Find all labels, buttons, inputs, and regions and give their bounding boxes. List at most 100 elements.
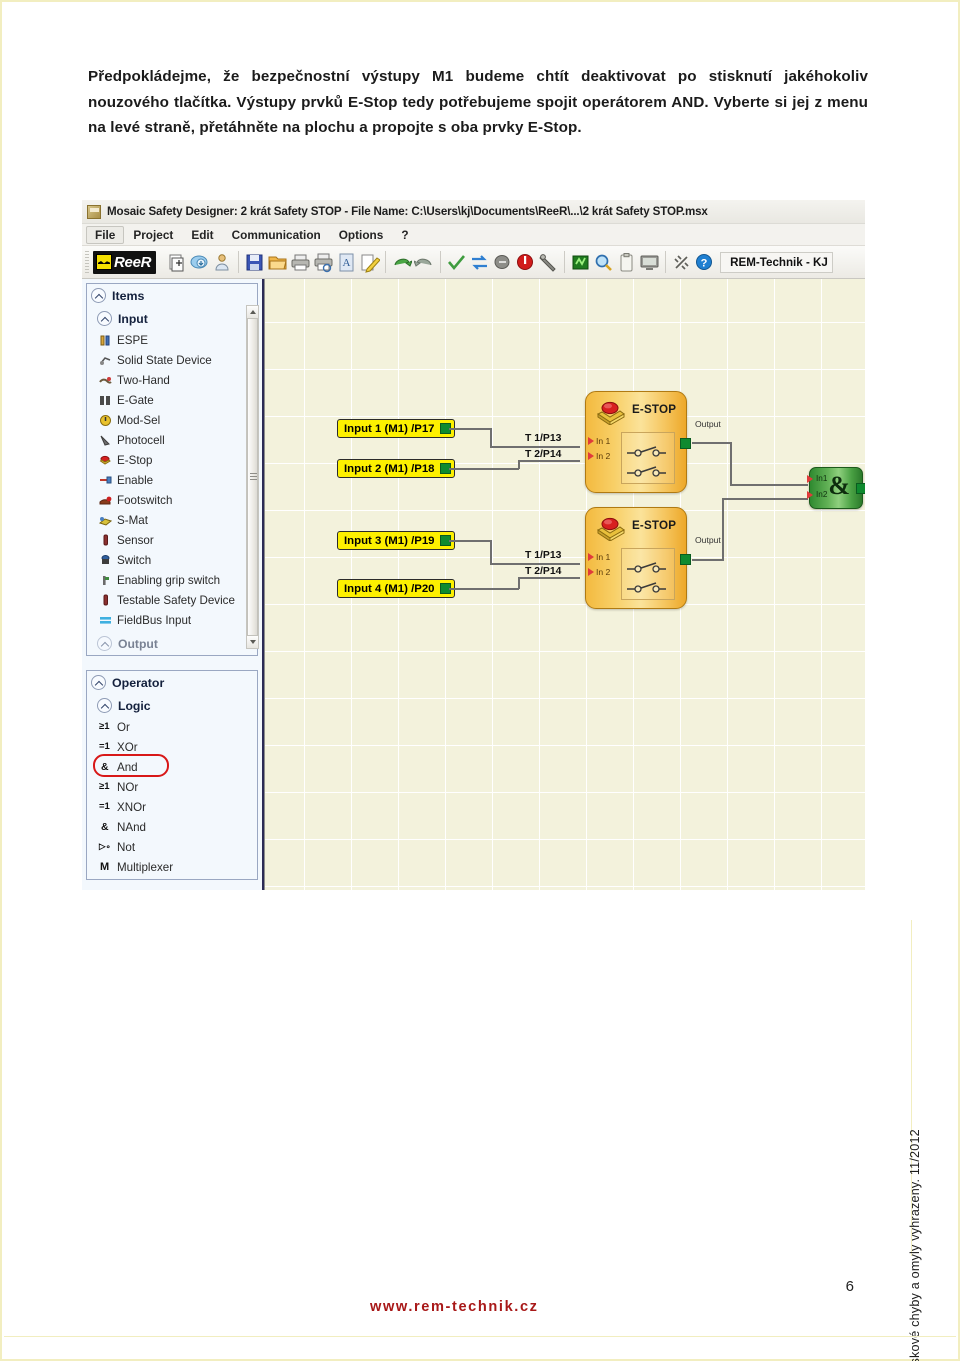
tools-icon[interactable] (538, 252, 559, 273)
sidebar-item-testable-safety-device[interactable]: Testable Safety Device (87, 590, 257, 610)
sidebar-item-multiplexer[interactable]: M Multiplexer (87, 857, 257, 877)
and-gate-block[interactable]: In1 In2 & (807, 467, 865, 509)
chevron-up-icon[interactable] (91, 288, 106, 303)
new-document-icon[interactable] (166, 252, 187, 273)
print-preview-icon[interactable] (313, 252, 334, 273)
items-header[interactable]: Items (87, 284, 257, 307)
menu-item-edit[interactable]: Edit (182, 226, 222, 244)
sidebar-item-espe[interactable]: ESPE (87, 330, 257, 350)
sidebar-item-footswitch[interactable]: Footswitch (87, 490, 257, 510)
help-icon[interactable]: ? (694, 252, 715, 273)
wire-in1-h2 (490, 446, 580, 448)
input-tag-4[interactable]: Input 4 (M1) /P20 (337, 579, 455, 598)
display-icon[interactable] (639, 252, 660, 273)
wire-estop1-to-and (730, 484, 808, 486)
sidebar-item-switch[interactable]: Switch (87, 550, 257, 570)
sidebar-item-xor[interactable]: =1 XOr (87, 737, 257, 757)
emergency-stop-button-icon (596, 516, 626, 542)
sidebar-item-fieldbus-input[interactable]: FieldBus Input (87, 610, 257, 630)
open-folder-icon[interactable] (267, 252, 288, 273)
logic-header[interactable]: Logic (87, 694, 257, 717)
sidebar-item-e-stop[interactable]: E-Stop (87, 450, 257, 470)
menu-item-file[interactable]: File (86, 225, 125, 244)
output-header[interactable]: Output (87, 632, 257, 655)
estop-in2-port[interactable]: In 2 (588, 451, 610, 461)
input-tag-3[interactable]: Input 3 (M1) /P19 (337, 531, 455, 550)
sidebar-item-mod-sel[interactable]: Mod-Sel (87, 410, 257, 430)
sidebar-item-sensor[interactable]: Sensor (87, 530, 257, 550)
monitor-run-icon[interactable] (570, 252, 591, 273)
print-icon[interactable] (290, 252, 311, 273)
cloud-download-icon[interactable] (189, 252, 210, 273)
scrollbar-thumb[interactable] (247, 318, 258, 636)
scroll-down-arrow-icon[interactable] (247, 636, 258, 648)
sidebar-item-photocell[interactable]: Photocell (87, 430, 257, 450)
input-tag-2[interactable]: Input 2 (M1) /P18 (337, 459, 455, 478)
input-tag-1[interactable]: Input 1 (M1) /P17 (337, 419, 455, 438)
save-icon[interactable] (244, 252, 265, 273)
items-scrollbar[interactable] (246, 305, 259, 649)
stop-icon[interactable] (515, 252, 536, 273)
current-user-box[interactable]: REM-Technik - KJ (720, 251, 833, 273)
sidebar-item-two-hand[interactable]: Two-Hand (87, 370, 257, 390)
chevron-up-icon[interactable] (97, 636, 112, 651)
and-in2-port[interactable]: In2 (807, 490, 828, 499)
estop-in2-label: In 2 (596, 567, 611, 577)
sidebar-item-label: S-Mat (117, 513, 148, 527)
sidebar-item-not[interactable]: ▷∘ Not (87, 837, 257, 857)
sidebar-item-s-mat[interactable]: S-Mat (87, 510, 257, 530)
menu-item-project[interactable]: Project (124, 226, 182, 244)
compile-icon[interactable] (492, 252, 513, 273)
xor-symbol-icon: =1 (99, 740, 110, 752)
estop-in1-port[interactable]: In 1 (588, 436, 611, 446)
sidebar-item-nor[interactable]: ≥1 NOr (87, 777, 257, 797)
menu-item-help[interactable]: ? (392, 226, 417, 244)
sidebar-item-and[interactable]: & And (87, 754, 257, 777)
input-header[interactable]: Input (87, 307, 257, 330)
estop-in1-port[interactable]: In 1 (588, 552, 610, 562)
and-in1-port[interactable]: In1 (807, 474, 827, 483)
not-symbol-icon: ▷∘ (99, 840, 111, 851)
transfer-icon[interactable] (469, 252, 490, 273)
scroll-up-arrow-icon[interactable] (247, 306, 258, 318)
validate-check-icon[interactable] (446, 252, 467, 273)
chevron-up-icon[interactable] (91, 675, 106, 690)
sidebar-item-solid-state-device[interactable]: Solid State Device (87, 350, 257, 370)
toolbar-separator (665, 251, 667, 273)
footer-website-url[interactable]: www.rem-technik.cz (370, 1299, 539, 1315)
zoom-icon[interactable] (593, 252, 614, 273)
estop-output-port[interactable] (680, 438, 691, 449)
reer-wave-icon (96, 254, 112, 270)
estop-in2-port[interactable]: In 2 (588, 567, 611, 577)
sidebar-item-xnor[interactable]: =1 XNOr (87, 797, 257, 817)
operator-header[interactable]: Operator (87, 671, 257, 694)
report-icon[interactable]: A (336, 252, 357, 273)
wire-in2-h (449, 468, 519, 470)
sidebar-item-enable[interactable]: Enable (87, 470, 257, 490)
toolbar-grip[interactable] (85, 251, 89, 273)
chevron-up-icon[interactable] (97, 311, 112, 326)
clipboard-icon[interactable] (616, 252, 637, 273)
estop-output-port[interactable] (680, 554, 691, 565)
design-canvas[interactable]: Input 1 (M1) /P17 Input 2 (M1) /P18 Inpu… (264, 279, 865, 890)
sidebar-item-or[interactable]: ≥1 Or (87, 717, 257, 737)
edit-icon[interactable] (359, 252, 381, 273)
user-icon[interactable] (212, 252, 233, 273)
estop-in1-label: In 1 (596, 436, 611, 446)
menu-item-options[interactable]: Options (330, 226, 393, 244)
connect-icon[interactable] (671, 252, 692, 273)
redo-icon[interactable] (413, 252, 435, 273)
sidebar-item-label: ESPE (117, 333, 148, 347)
menu-item-communication[interactable]: Communication (223, 226, 330, 244)
window-titlebar: Mosaic Safety Designer: 2 krát Safety ST… (82, 200, 865, 224)
reer-logo: ReeR (93, 250, 157, 274)
estop-block-2[interactable]: E-STOP In 1 In 2 (585, 507, 691, 609)
undo-icon[interactable] (391, 252, 414, 273)
chevron-up-icon[interactable] (97, 698, 112, 713)
and-output-port[interactable] (856, 483, 865, 494)
sidebar-item-nand[interactable]: & NAnd (87, 817, 257, 837)
and-in2-label: In2 (816, 490, 828, 499)
sidebar-item-enabling-grip-switch[interactable]: Enabling grip switch (87, 570, 257, 590)
estop-block-1[interactable]: E-STOP In 1 In 2 (585, 391, 691, 493)
sidebar-item-e-gate[interactable]: E-Gate (87, 390, 257, 410)
